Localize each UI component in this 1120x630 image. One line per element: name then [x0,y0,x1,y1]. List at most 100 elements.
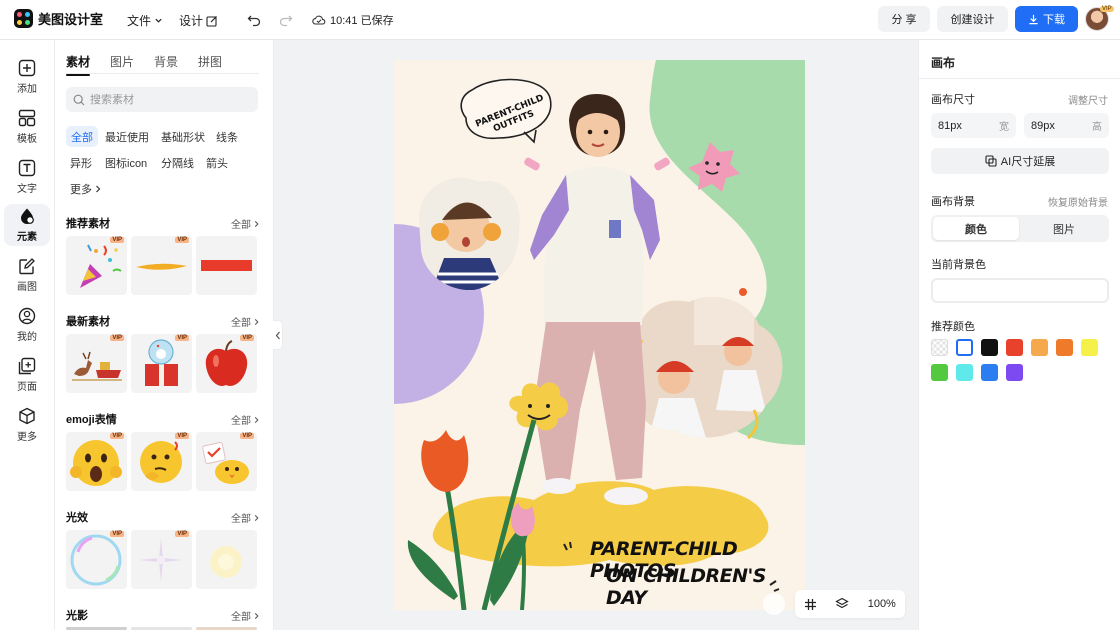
restore-bg-link[interactable]: 恢复原始背景 [1048,194,1108,209]
see-all-light-effects[interactable]: 全部 [231,510,260,525]
tab-materials[interactable]: 素材 [66,53,91,76]
color-swatch[interactable] [956,364,973,381]
current-bg-color-field[interactable] [931,278,1109,303]
design-menu[interactable]: 设计 [179,12,218,29]
material-thumb-party-popper[interactable]: VIP [66,236,127,295]
bg-type-color[interactable]: 颜色 [933,217,1019,240]
gift-box-icon [145,339,178,386]
material-thumb-glow[interactable] [196,530,257,589]
material-thumb-red-bar[interactable] [196,236,257,295]
create-design-button[interactable]: 创建设计 [937,6,1008,32]
material-thumb-reindeer-sleigh[interactable]: VIP [66,334,127,393]
layers-icon[interactable] [835,597,850,611]
chip-all[interactable]: 全部 [66,126,98,147]
see-all-recommended[interactable]: 全部 [231,216,260,231]
chick-emoji-icon [202,441,249,484]
color-swatch[interactable] [1006,339,1023,356]
design-canvas[interactable]: PARENT-CHILD OUTFITS PARENT-CHILD PHOTOS… [394,60,805,610]
search-input[interactable] [90,93,250,106]
text-icon [18,159,36,177]
material-thumb-gift-box[interactable]: VIP [131,334,192,393]
color-swatch[interactable] [1031,339,1048,356]
zoom-level[interactable]: 100% [868,598,896,610]
vip-badge: VIP [240,335,254,341]
color-swatch[interactable] [956,339,973,356]
search-box[interactable] [66,87,258,112]
rail-item-mine[interactable]: 我的 [4,304,50,346]
height-value: 89px [1031,119,1055,132]
vip-badge: VIP [175,335,189,341]
material-thumb-scared-emoji[interactable]: VIP [66,432,127,491]
chip-dividers[interactable]: 分隔线 [156,152,199,173]
download-button[interactable]: 下载 [1015,6,1078,32]
chip-arrows[interactable]: 箭头 [201,152,233,173]
scared-emoji-icon [70,440,122,486]
color-swatch[interactable] [1006,364,1023,381]
rail-item-add[interactable]: 添加 [4,56,50,98]
rail-item-pages[interactable]: 页面 [4,354,50,396]
materials-panel: 素材 图片 背景 拼图 全部 最近使用 基础形状 线条 异形 图标icon 分隔… [55,40,274,630]
see-all-light-shadow[interactable]: 全部 [231,608,260,623]
material-thumb-chick-emoji[interactable]: VIP [196,432,257,491]
file-menu-label: 文件 [127,14,152,28]
width-field[interactable]: 81px 宽 [931,113,1016,138]
ai-resize-button[interactable]: AI尺寸延展 [931,148,1109,174]
material-thumb-brush-stroke[interactable]: VIP [131,236,192,295]
collapse-panel-handle[interactable] [273,320,283,350]
chip-lines[interactable]: 线条 [211,126,243,147]
material-thumb-apple[interactable]: VIP [196,334,257,393]
rail-item-text[interactable]: 文字 [4,156,50,198]
redo-icon[interactable] [277,11,295,29]
rail-item-template[interactable]: 模板 [4,106,50,148]
tab-backgrounds[interactable]: 背景 [154,53,178,70]
bubble-icon [70,534,122,586]
file-menu[interactable]: 文件 [127,12,163,29]
left-rail: 添加 模板 文字 元素 画图 我的 页面 更多 [0,40,55,630]
height-field[interactable]: 89px 高 [1024,113,1109,138]
height-unit: 高 [1092,122,1102,133]
rail-item-draw[interactable]: 画图 [4,254,50,296]
undo-icon[interactable] [245,11,263,29]
color-swatch[interactable] [931,339,948,356]
chip-more[interactable]: 更多 [65,178,107,199]
vip-badge: VIP [110,335,124,341]
vip-badge: VIP [175,237,189,243]
material-thumb-thinking-emoji[interactable]: VIP [131,432,192,491]
material-thumb-bubble[interactable]: VIP [66,530,127,589]
party-popper-icon [80,244,122,288]
chip-irregular[interactable]: 异形 [65,152,97,173]
width-value: 81px [938,119,962,132]
adjust-size-link[interactable]: 调整尺寸 [1068,92,1108,107]
chip-basic-shapes[interactable]: 基础形状 [156,126,210,147]
chip-recent[interactable]: 最近使用 [100,126,154,147]
vip-badge: VIP [110,237,124,243]
bg-type-image[interactable]: 图片 [1021,217,1107,240]
color-swatch[interactable] [981,364,998,381]
rail-label-template: 模板 [17,134,37,145]
see-all-emoji[interactable]: 全部 [231,412,260,427]
section-title-light-effects: 光效 [66,512,88,524]
width-unit: 宽 [999,122,1009,133]
reindeer-sleigh-icon [72,351,122,381]
chevron-down-icon [155,18,162,23]
section-title-newest: 最新素材 [66,316,110,328]
rail-item-more[interactable]: 更多 [4,404,50,446]
canvas-ghost-button[interactable] [763,593,785,615]
material-thumb-sparkle[interactable]: VIP [131,530,192,589]
color-swatch[interactable] [1081,339,1098,356]
chevron-right-icon [254,220,259,227]
chip-icons[interactable]: 图标icon [100,152,152,173]
color-swatch[interactable] [981,339,998,356]
color-swatch[interactable] [931,364,948,381]
see-all-newest[interactable]: 全部 [231,314,260,329]
tab-collage[interactable]: 拼图 [198,53,222,70]
see-all-label: 全部 [231,514,251,525]
share-button[interactable]: 分 享 [878,6,930,32]
rail-label-mine: 我的 [17,332,37,343]
tab-images[interactable]: 图片 [110,53,134,70]
grid-icon[interactable] [804,598,817,611]
rail-item-elements[interactable]: 元素 [4,204,50,246]
app-logo[interactable]: 美图设计室 [14,9,103,28]
color-swatch[interactable] [1056,339,1073,356]
see-all-label: 全部 [231,416,251,427]
